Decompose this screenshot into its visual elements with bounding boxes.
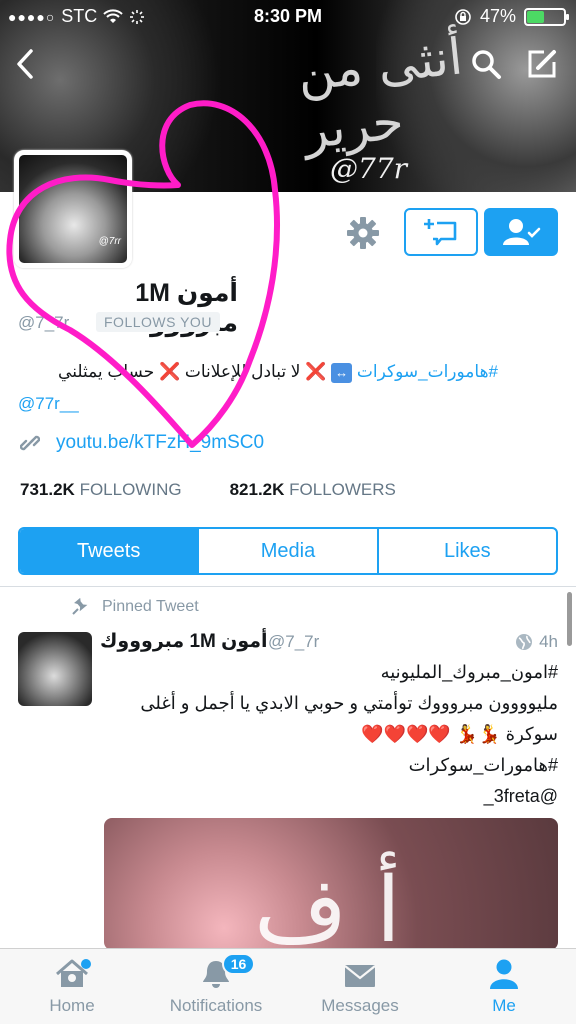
tweet-media-image[interactable]: أ ف (104, 818, 558, 950)
tabbar-notifications-label: Notifications (169, 996, 263, 1015)
pinned-indicator: Pinned Tweet (70, 598, 199, 616)
bio-text-2: حساب يمثلني (58, 362, 155, 381)
rotation-lock-icon (455, 8, 471, 25)
following-label: FOLLOWING (79, 480, 182, 499)
battery-icon (524, 7, 569, 26)
tabbar-messages[interactable]: Messages (288, 949, 432, 1024)
compose-icon (528, 50, 556, 78)
following-count: 731.2K (20, 480, 75, 499)
tweet-text-fragment: سوكرة 💃💃 (455, 724, 558, 744)
home-unread-dot (80, 959, 91, 969)
bio-mention[interactable]: @77r__ (18, 388, 498, 420)
person-check-icon (503, 219, 541, 245)
chevron-left-icon (17, 49, 33, 79)
followers-stat[interactable]: 821.2K FOLLOWERS (230, 480, 396, 500)
hearts-emoji: ❤️❤️❤️❤️ (361, 724, 451, 744)
tabbar-me-label: Me (492, 996, 516, 1015)
tweet-hashtag-2[interactable]: #هامورات_سوكرات (100, 750, 558, 781)
cross-mark-icon: ❌ (158, 362, 181, 381)
tweet-timestamp: 4h (515, 632, 558, 652)
banner-art-handle: @77r (330, 152, 408, 185)
following-stat[interactable]: 731.2K FOLLOWING (20, 480, 182, 500)
tweet-text-line: مليوووون مبروووك توأمتي و حوبي الابدي يا… (140, 693, 558, 713)
tweet-author-handle: @7_7r (268, 632, 320, 651)
swap-arrows-icon: ↔ (331, 363, 353, 383)
tabbar-home[interactable]: Home (0, 949, 144, 1024)
battery-fill (527, 10, 544, 23)
bottom-tab-bar: Home 16 Notifications Messages Me (0, 948, 576, 1024)
pin-icon (72, 598, 88, 615)
website-link[interactable]: youtu.be/kTFzH_9mSC0 (56, 432, 264, 454)
followers-label: FOLLOWERS (289, 480, 396, 499)
tab-media[interactable]: Media (197, 529, 376, 573)
tweet-text-line: سوكرة 💃💃 ❤️❤️❤️❤️ (100, 719, 558, 750)
link-icon (20, 435, 40, 451)
tabbar-messages-label: Messages (321, 996, 399, 1015)
tweet-author-avatar[interactable] (18, 632, 92, 706)
scrollbar[interactable] (567, 592, 572, 646)
tabbar-me[interactable]: Me (432, 949, 576, 1024)
tweet-time: 4h (539, 632, 558, 651)
follows-you-badge: FOLLOWS YOU (96, 312, 220, 332)
person-icon (490, 959, 518, 989)
follow-stats: 731.2K FOLLOWING 821.2K FOLLOWERS (20, 480, 396, 500)
tweet-author-name[interactable]: أمون 1M مبروووك (100, 630, 268, 653)
battery-percent: 47% (479, 6, 516, 26)
tweet-mention[interactable]: @3freta_ (100, 781, 558, 812)
profile-bio: #هامورات_سوكرات ↔ ❌ لا تبادل للإعلانات ❌… (18, 356, 498, 420)
gear-icon (347, 217, 379, 249)
bio-text-1: لا تبادل للإعلانات (184, 362, 301, 381)
search-button[interactable] (466, 44, 506, 84)
bio-line-1: #هامورات_سوكرات ↔ ❌ لا تبادل للإعلانات ❌… (18, 356, 498, 388)
back-button[interactable] (8, 44, 42, 84)
avatar-watermark: @7rr (98, 236, 121, 247)
pinned-label: Pinned Tweet (102, 598, 199, 615)
tabbar-home-label: Home (49, 996, 95, 1015)
profile-website[interactable]: youtu.be/kTFzH_9mSC0 (20, 432, 264, 454)
envelope-icon (344, 965, 376, 987)
profile-handle: @7_7r (18, 313, 70, 332)
tweet-hashtag-1[interactable]: #امون_مبروك_المليونيه (100, 657, 558, 688)
status-bar: ●●●●○ STC 8:30 PM 47% (0, 4, 576, 30)
settings-button[interactable] (346, 216, 380, 250)
tabbar-notifications[interactable]: 16 Notifications (144, 949, 288, 1024)
followers-count: 821.2K (229, 480, 285, 499)
cross-mark-icon: ❌ (305, 362, 327, 381)
notifications-badge: 16 (221, 953, 256, 975)
tab-tweets[interactable]: Tweets (20, 529, 198, 573)
timeline-divider (0, 586, 576, 587)
bio-hashtag[interactable]: #هامورات_سوكرات (357, 362, 498, 381)
profile-tabs: Tweets Media Likes (18, 527, 558, 575)
search-icon (472, 50, 501, 79)
tweet-text: #امون_مبروك_المليونيه مليوووون مبروووك ت… (100, 657, 558, 812)
profile-avatar[interactable]: @7rr (14, 150, 132, 268)
add-to-list-icon (424, 219, 457, 246)
following-button[interactable] (484, 208, 558, 256)
lists-button[interactable] (404, 208, 478, 256)
tab-likes[interactable]: Likes (376, 529, 556, 573)
compose-tweet-button[interactable] (522, 44, 562, 84)
globe-icon (516, 634, 533, 650)
media-overlay-text: أ ف (254, 858, 401, 950)
